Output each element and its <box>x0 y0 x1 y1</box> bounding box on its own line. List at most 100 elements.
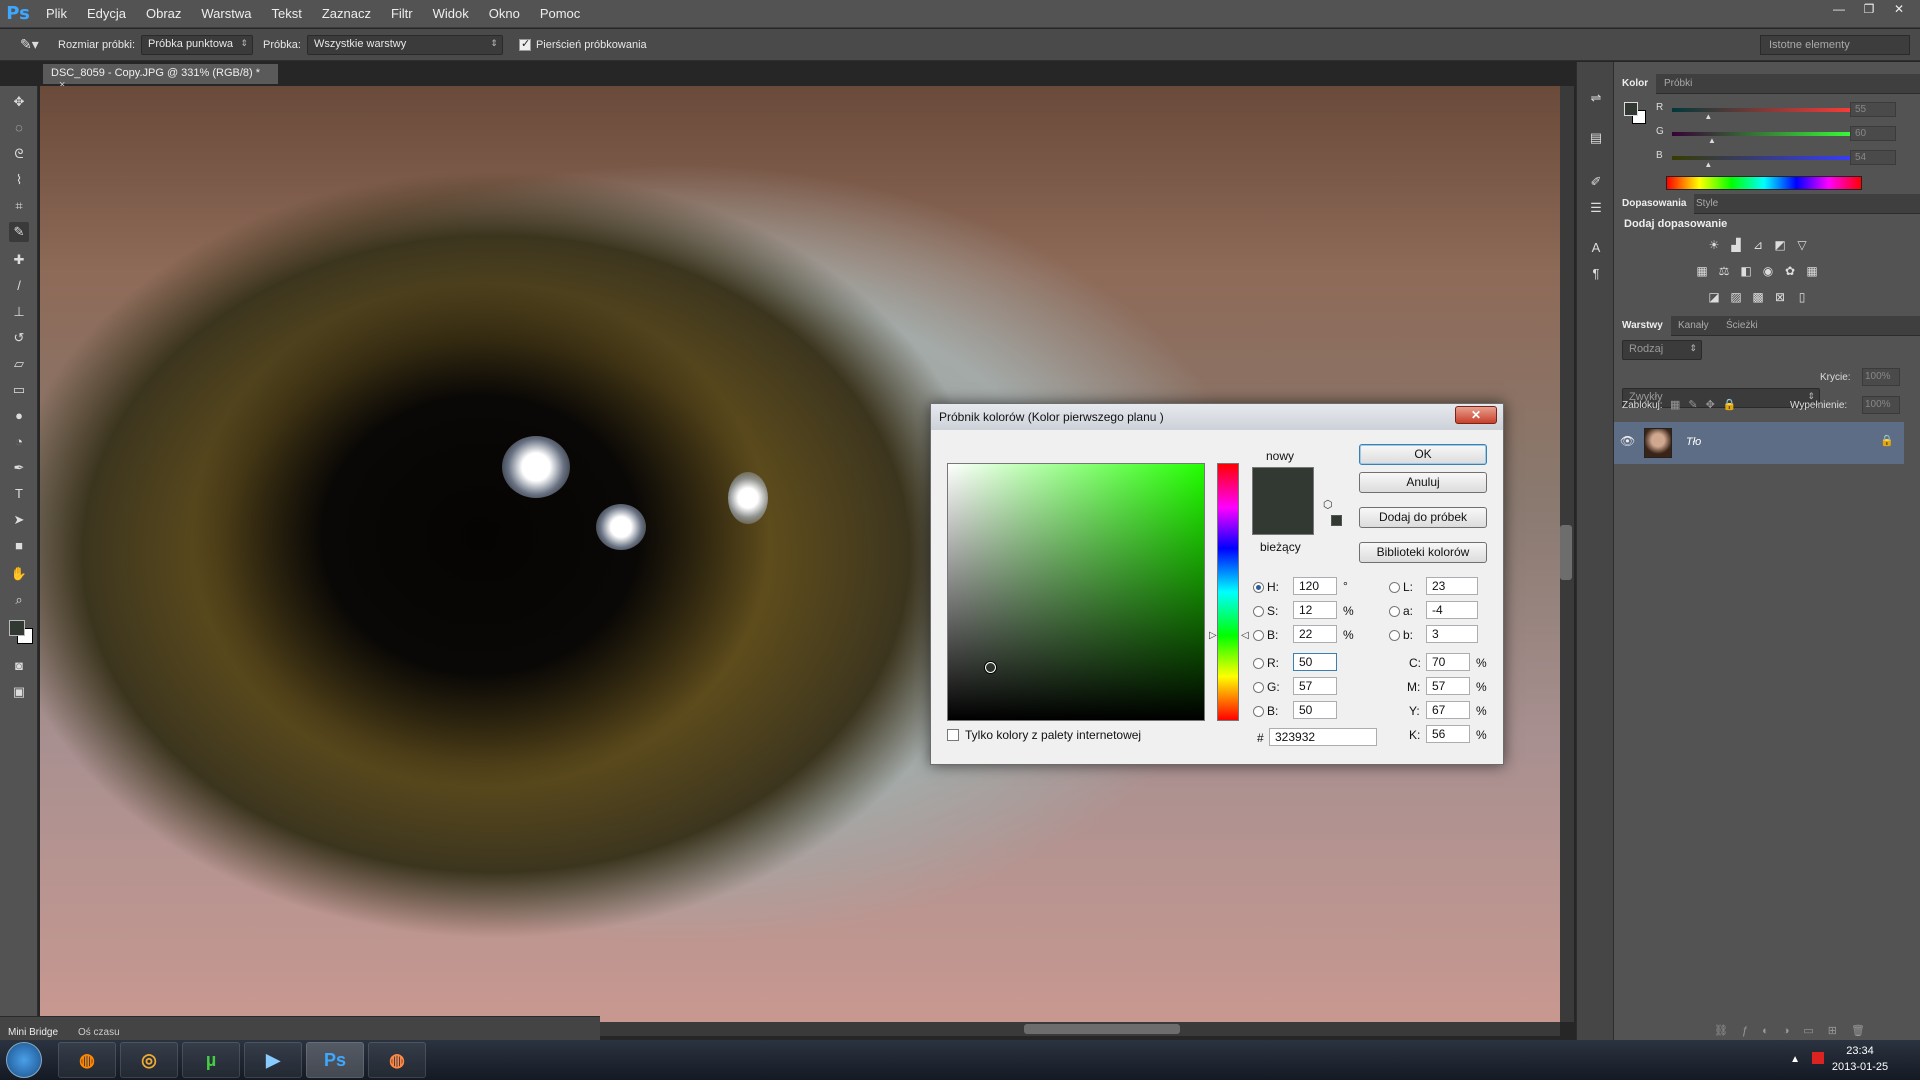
crop-tool-icon[interactable]: ⌗ <box>9 196 29 216</box>
color-balance-icon[interactable]: ⚖ <box>1716 264 1732 278</box>
menu-okno[interactable]: Okno <box>479 0 530 28</box>
chrome-taskbar-icon[interactable]: ◎ <box>120 1042 178 1078</box>
tab-warstwy[interactable]: Warstwy <box>1614 316 1671 336</box>
brush-panel-icon[interactable]: ✐ <box>1586 172 1606 192</box>
lab-l-input[interactable]: 23 <box>1426 577 1478 595</box>
photo-filter-icon[interactable]: ◉ <box>1760 264 1776 278</box>
opacity-value[interactable]: 100% <box>1862 368 1900 386</box>
web-safe-swatch[interactable] <box>1331 515 1342 526</box>
menu-warstwa[interactable]: Warstwa <box>191 0 261 28</box>
black-input[interactable]: 56 <box>1426 725 1470 743</box>
taskbar-clock[interactable]: 23:34 2013-01-25 <box>1810 1043 1910 1075</box>
start-button[interactable] <box>6 1042 42 1078</box>
ok-button[interactable]: OK <box>1359 444 1487 465</box>
current-color-swatch[interactable] <box>1252 501 1314 535</box>
history-brush-tool-icon[interactable]: ↺ <box>9 328 29 348</box>
brush-presets-icon[interactable]: ☰ <box>1586 198 1606 218</box>
cancel-button[interactable]: Anuluj <box>1359 472 1487 493</box>
selective-color-icon[interactable]: ⊠ <box>1772 290 1788 304</box>
tab-kolor[interactable]: Kolor <box>1614 74 1657 94</box>
saturation-input[interactable]: 12 <box>1293 601 1337 619</box>
brightness-radio[interactable] <box>1253 630 1264 641</box>
add-to-swatches-button[interactable]: Dodaj do próbek <box>1359 507 1487 528</box>
yellow-input[interactable]: 67 <box>1426 701 1470 719</box>
layer-row[interactable]: 👁 Tło 🔒 <box>1614 422 1904 464</box>
black-white-icon[interactable]: ◧ <box>1738 264 1754 278</box>
brush-tool-icon[interactable]: / <box>9 276 29 296</box>
screen-mode-icon[interactable]: ▣ <box>9 682 29 702</box>
menu-tekst[interactable]: Tekst <box>261 0 311 28</box>
levels-icon[interactable]: ▟ <box>1728 238 1744 252</box>
red-radio[interactable] <box>1253 658 1264 669</box>
horizontal-scroll-thumb[interactable] <box>1024 1024 1180 1034</box>
character-panel-icon[interactable]: A <box>1586 238 1606 258</box>
lab-l-radio[interactable] <box>1389 582 1400 593</box>
menu-filtr[interactable]: Filtr <box>381 0 423 28</box>
web-colors-only-checkbox[interactable] <box>947 729 959 741</box>
stamp-tool-icon[interactable]: ⊥ <box>9 302 29 322</box>
utorrent-taskbar-icon[interactable]: µ <box>182 1042 240 1078</box>
menu-obraz[interactable]: Obraz <box>136 0 191 28</box>
tab-style[interactable]: Style <box>1688 194 1726 214</box>
posterize-icon[interactable]: ▨ <box>1728 290 1744 304</box>
layer-name[interactable]: Tło <box>1686 436 1701 448</box>
tab-kanaly[interactable]: Kanały <box>1670 316 1717 336</box>
zoom-tool-icon[interactable]: ⌕ <box>9 590 29 610</box>
color-panel-swatches[interactable] <box>1624 102 1646 124</box>
saturation-radio[interactable] <box>1253 606 1264 617</box>
eyedropper-icon[interactable]: ✎▾ <box>20 36 48 53</box>
menu-widok[interactable]: Widok <box>423 0 479 28</box>
blue-value[interactable]: 54 <box>1850 150 1896 165</box>
app-taskbar-icon[interactable]: ◍ <box>368 1042 426 1078</box>
tray-arrow-icon[interactable]: ▲ <box>1790 1054 1800 1065</box>
hue-slider[interactable] <box>1217 463 1239 721</box>
hue-radio[interactable] <box>1253 582 1264 593</box>
quick-select-tool-icon[interactable]: ⌇ <box>9 170 29 190</box>
lock-icons[interactable]: ▦✎✥🔒 <box>1670 398 1745 411</box>
green-input[interactable]: 57 <box>1293 677 1337 695</box>
hue-slider-left-arrow[interactable]: ▷ <box>1209 630 1217 641</box>
brightness-input[interactable]: 22 <box>1293 625 1337 643</box>
gradient-map-icon[interactable]: ▯ <box>1794 290 1810 304</box>
move-tool-icon[interactable]: ✥ <box>9 92 29 112</box>
pen-tool-icon[interactable]: ✒ <box>9 458 29 478</box>
hand-tool-icon[interactable]: ✋ <box>9 564 29 584</box>
healing-tool-icon[interactable]: ✚ <box>9 250 29 270</box>
tab-dopasowania[interactable]: Dopasowania <box>1614 194 1695 214</box>
menu-plik[interactable]: Plik <box>36 0 77 28</box>
brightness-icon[interactable]: ☀ <box>1706 238 1722 252</box>
magenta-input[interactable]: 57 <box>1426 677 1470 695</box>
threshold-icon[interactable]: ▩ <box>1750 290 1766 304</box>
red-slider-marker[interactable]: ▲ <box>1704 112 1712 121</box>
path-select-tool-icon[interactable]: ➤ <box>9 510 29 530</box>
vibrance-icon[interactable]: ▽ <box>1794 238 1810 252</box>
hex-input[interactable]: 323932 <box>1269 728 1377 746</box>
dialog-close-button[interactable]: ✕ <box>1455 406 1497 424</box>
media-player-taskbar-icon[interactable]: ▶ <box>244 1042 302 1078</box>
photoshop-taskbar-icon[interactable]: Ps <box>306 1042 364 1078</box>
tab-sciezki[interactable]: Ścieżki <box>1718 316 1766 336</box>
minimize-button[interactable]: — <box>1824 0 1854 20</box>
menu-pomoc[interactable]: Pomoc <box>530 0 590 28</box>
lab-a-radio[interactable] <box>1389 606 1400 617</box>
actions-panel-icon[interactable]: ▤ <box>1586 128 1606 148</box>
channel-mixer-icon[interactable]: ✿ <box>1782 264 1798 278</box>
dodge-tool-icon[interactable]: ◔ <box>9 432 29 452</box>
red-slider[interactable]: R ▲ 55 <box>1656 102 1896 121</box>
tab-probki[interactable]: Próbki <box>1656 74 1700 94</box>
quick-mask-icon[interactable]: ◙ <box>9 656 29 676</box>
green-radio[interactable] <box>1253 682 1264 693</box>
foreground-color-swatch[interactable] <box>9 620 35 646</box>
lab-a-input[interactable]: -4 <box>1426 601 1478 619</box>
marquee-tool-icon[interactable]: ◌ <box>9 118 29 138</box>
firefox-taskbar-icon[interactable]: ◍ <box>58 1042 116 1078</box>
exposure-icon[interactable]: ◩ <box>1772 238 1788 252</box>
document-tab[interactable]: DSC_8059 - Copy.JPG @ 331% (RGB/8) * × <box>43 64 278 91</box>
history-panel-icon[interactable]: ⇌ <box>1586 88 1606 108</box>
layer-kind-filter[interactable]: Rodzaj <box>1622 340 1702 360</box>
gamut-cube-icon[interactable]: ⬡ <box>1323 498 1333 511</box>
red-input[interactable]: 50 <box>1293 653 1337 671</box>
curves-icon[interactable]: ⊿ <box>1750 238 1766 252</box>
type-tool-icon[interactable]: T <box>9 484 29 504</box>
layer-footer-icons[interactable]: ⛓ƒ◐◑▭⊞🗑 <box>1714 1024 1879 1037</box>
